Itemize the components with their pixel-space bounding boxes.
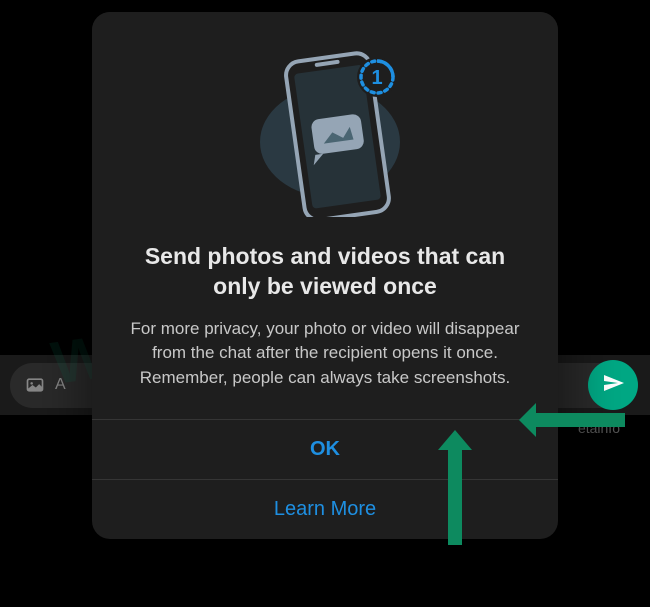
- learn-more-button[interactable]: Learn More: [92, 480, 558, 539]
- annotation-arrow-left: [515, 395, 625, 450]
- view-once-modal: 1 Send photos and videos that can only b…: [92, 12, 558, 539]
- modal-title: Send photos and videos that can only be …: [92, 232, 558, 312]
- chat-input-text: A: [55, 376, 66, 394]
- image-icon: [25, 375, 45, 395]
- ok-button[interactable]: OK: [92, 420, 558, 479]
- annotation-arrow-up: [430, 430, 480, 550]
- svg-text:1: 1: [371, 67, 382, 89]
- modal-illustration: 1: [92, 12, 558, 232]
- modal-body: For more privacy, your photo or video wi…: [92, 312, 558, 419]
